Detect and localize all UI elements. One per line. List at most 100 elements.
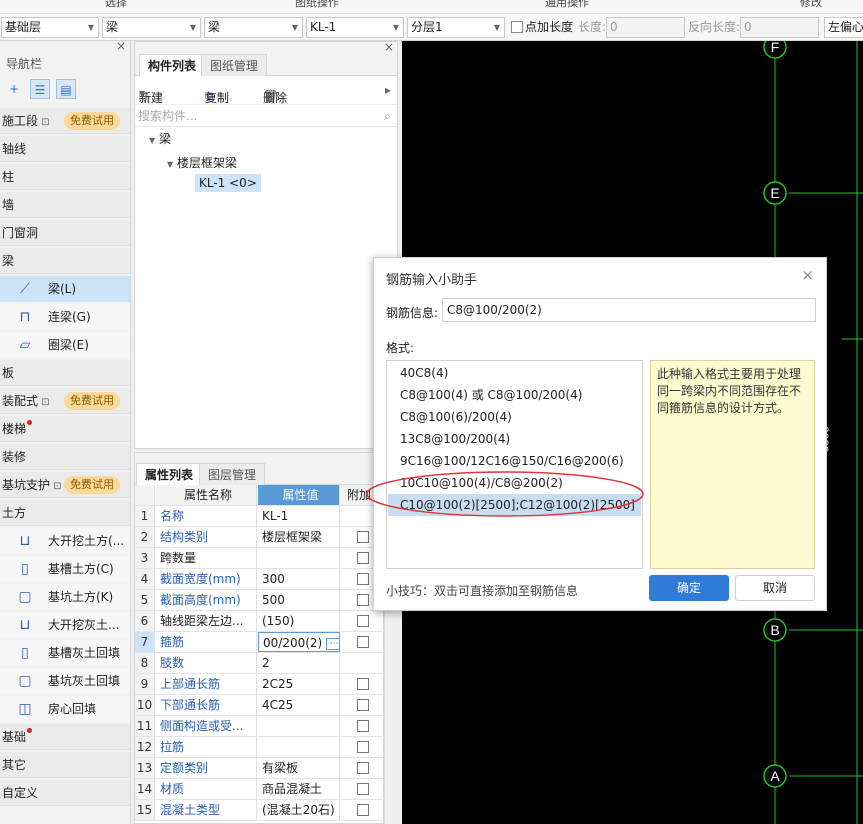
extra-checkbox[interactable] xyxy=(357,636,369,648)
type-select[interactable]: 梁 ▼ xyxy=(102,17,201,38)
nav-item[interactable]: 梁 xyxy=(0,248,130,274)
property-value[interactable]: 楼层框架梁 xyxy=(258,527,340,547)
rebar-info-input[interactable]: C8@100/200(2) xyxy=(442,298,816,322)
list-view-icon[interactable]: ☰ xyxy=(30,79,50,99)
nav-item[interactable]: ▯ 基槽灰土回填 xyxy=(0,640,130,666)
nav-item[interactable]: 土方 xyxy=(0,500,130,526)
property-value[interactable]: 商品混凝土 xyxy=(258,779,340,799)
property-value[interactable] xyxy=(258,737,340,757)
property-value[interactable]: 2C25 xyxy=(258,674,340,694)
property-value[interactable]: 300 xyxy=(258,569,340,589)
nav-item[interactable]: 其它 xyxy=(0,752,130,778)
table-row[interactable]: 12 拉筋 xyxy=(135,737,383,758)
nav-item[interactable]: 装修 xyxy=(0,444,130,470)
offset-select[interactable]: 左偏心 xyxy=(824,17,863,38)
table-row[interactable]: 13 定额类别 有梁板 xyxy=(135,758,383,779)
tab-property-list[interactable]: 属性列表 xyxy=(136,463,203,486)
free-trial-badge[interactable]: 免费试用 xyxy=(64,112,120,130)
nav-item[interactable]: 装配式 ⊡ 免费试用 xyxy=(0,388,130,414)
menu-select[interactable]: 选择 xyxy=(105,0,127,10)
floor-select[interactable]: 分层1 ▼ xyxy=(407,17,505,38)
pin-icon[interactable]: + xyxy=(4,79,24,99)
nav-item[interactable]: ⊔ 大开挖土方(... xyxy=(0,528,130,554)
menu-common-ops[interactable]: 通用操作 xyxy=(545,0,589,10)
nav-item[interactable]: ⊔ 大开挖灰土... xyxy=(0,612,130,638)
table-row[interactable]: 8 肢数 2 xyxy=(135,653,383,674)
component-search-input[interactable]: 搜索构件... ⌕ xyxy=(135,105,397,127)
close-icon[interactable]: × xyxy=(116,39,126,53)
more-options-icon[interactable]: ··· xyxy=(326,638,339,650)
property-value[interactable]: 2 xyxy=(258,653,340,673)
length-input[interactable]: 0 xyxy=(606,17,685,38)
nav-item[interactable]: 自定义 xyxy=(0,780,130,806)
nav-item[interactable]: ▢ 基坑灰土回填 xyxy=(0,668,130,694)
axis-bubble-a[interactable]: A xyxy=(763,764,787,788)
close-icon[interactable]: × xyxy=(384,40,394,54)
nav-item[interactable]: 楼梯 xyxy=(0,416,130,442)
property-value[interactable]: KL-1 xyxy=(258,506,340,526)
property-value[interactable]: 500 xyxy=(258,590,340,610)
nav-item[interactable]: 施工段 ⊡ 免费试用 xyxy=(0,108,130,134)
extra-checkbox[interactable] xyxy=(357,804,369,816)
axis-bubble-e[interactable]: E xyxy=(763,181,787,205)
table-row[interactable]: 4 截面宽度(mm) 300 xyxy=(135,569,383,590)
nav-item[interactable]: 基础 xyxy=(0,724,130,750)
axis-bubble-f[interactable]: F xyxy=(763,41,787,59)
nav-item[interactable]: ▯ 基槽土方(C) xyxy=(0,556,130,582)
table-row[interactable]: 14 材质 商品混凝土 xyxy=(135,779,383,800)
nav-item[interactable]: ▱ 圈梁(E) xyxy=(0,332,130,358)
nav-item[interactable]: 板 xyxy=(0,360,130,386)
extra-checkbox[interactable] xyxy=(357,762,369,774)
nav-item[interactable]: 柱 xyxy=(0,164,130,190)
extra-checkbox[interactable] xyxy=(357,720,369,732)
format-item[interactable]: 40C8(4) xyxy=(388,362,641,384)
more-icon[interactable]: ▸ xyxy=(385,83,391,97)
add-length-checkbox[interactable]: 点加长度 xyxy=(511,18,573,37)
nav-item[interactable]: ◫ 房心回填 xyxy=(0,696,130,722)
table-row[interactable]: 1 名称 KL-1 xyxy=(135,506,383,527)
format-item[interactable]: C8@100(4) 或 C8@100/200(4) xyxy=(388,384,641,406)
property-value[interactable]: 00/200(2) ··· xyxy=(258,632,340,652)
table-row[interactable]: 11 侧面构造或受... xyxy=(135,716,383,737)
extra-checkbox[interactable] xyxy=(357,678,369,690)
layer-select[interactable]: 基础层 ▼ xyxy=(1,17,99,38)
property-value[interactable] xyxy=(258,716,340,736)
tab-layer-manage[interactable]: 图层管理 xyxy=(199,463,266,485)
property-value[interactable] xyxy=(258,548,340,568)
tab-component-list[interactable]: 构件列表 xyxy=(139,54,206,77)
extra-checkbox[interactable] xyxy=(357,699,369,711)
property-value[interactable]: 4C25 xyxy=(258,695,340,715)
format-item[interactable]: 13C8@100/200(4) xyxy=(388,428,641,450)
property-value[interactable]: 有梁板 xyxy=(258,758,340,778)
nav-item[interactable]: ⊓ 连梁(G) xyxy=(0,304,130,330)
table-row[interactable]: 6 轴线距梁左边... (150) xyxy=(135,611,383,632)
extra-checkbox[interactable] xyxy=(357,594,369,606)
property-value[interactable]: (150) xyxy=(258,611,340,631)
table-row[interactable]: 10 下部通长筋 4C25 xyxy=(135,695,383,716)
menu-drawing-ops[interactable]: 图纸操作 xyxy=(295,0,339,10)
nav-item[interactable]: 基坑支护 ⊡ 免费试用 xyxy=(0,472,130,498)
extra-checkbox[interactable] xyxy=(357,615,369,627)
menu-modify[interactable]: 修改 xyxy=(800,0,822,10)
table-row[interactable]: 15 混凝土类型 (混凝土20石) xyxy=(135,800,383,821)
close-icon[interactable]: × xyxy=(801,266,814,284)
extra-checkbox[interactable] xyxy=(357,783,369,795)
tab-drawing-manage[interactable]: 图纸管理 xyxy=(201,54,268,76)
nav-item[interactable]: 轴线 xyxy=(0,136,130,162)
property-value[interactable]: (混凝土20石) xyxy=(258,800,340,820)
extra-checkbox[interactable] xyxy=(357,741,369,753)
tree-node-root[interactable]: ▼ 梁 xyxy=(149,130,171,147)
table-row[interactable]: 7 箍筋 00/200(2) ··· xyxy=(135,632,383,653)
extra-checkbox[interactable] xyxy=(357,552,369,564)
component-select[interactable]: KL-1 ▼ xyxy=(306,17,404,38)
subtype-select[interactable]: 梁 ▼ xyxy=(204,17,303,38)
detail-view-icon[interactable]: ▤ xyxy=(56,79,76,99)
nav-item[interactable]: 墙 xyxy=(0,192,130,218)
tree-node-leaf[interactable]: KL-1 <0> xyxy=(195,174,261,192)
free-trial-badge[interactable]: 免费试用 xyxy=(64,392,120,410)
nav-item[interactable]: 门窗洞 xyxy=(0,220,130,246)
table-row[interactable]: 9 上部通长筋 2C25 xyxy=(135,674,383,695)
nav-item[interactable]: ⟋ 梁(L) xyxy=(0,276,130,302)
cancel-button[interactable]: 取消 xyxy=(735,575,815,601)
ok-button[interactable]: 确定 xyxy=(649,575,729,601)
